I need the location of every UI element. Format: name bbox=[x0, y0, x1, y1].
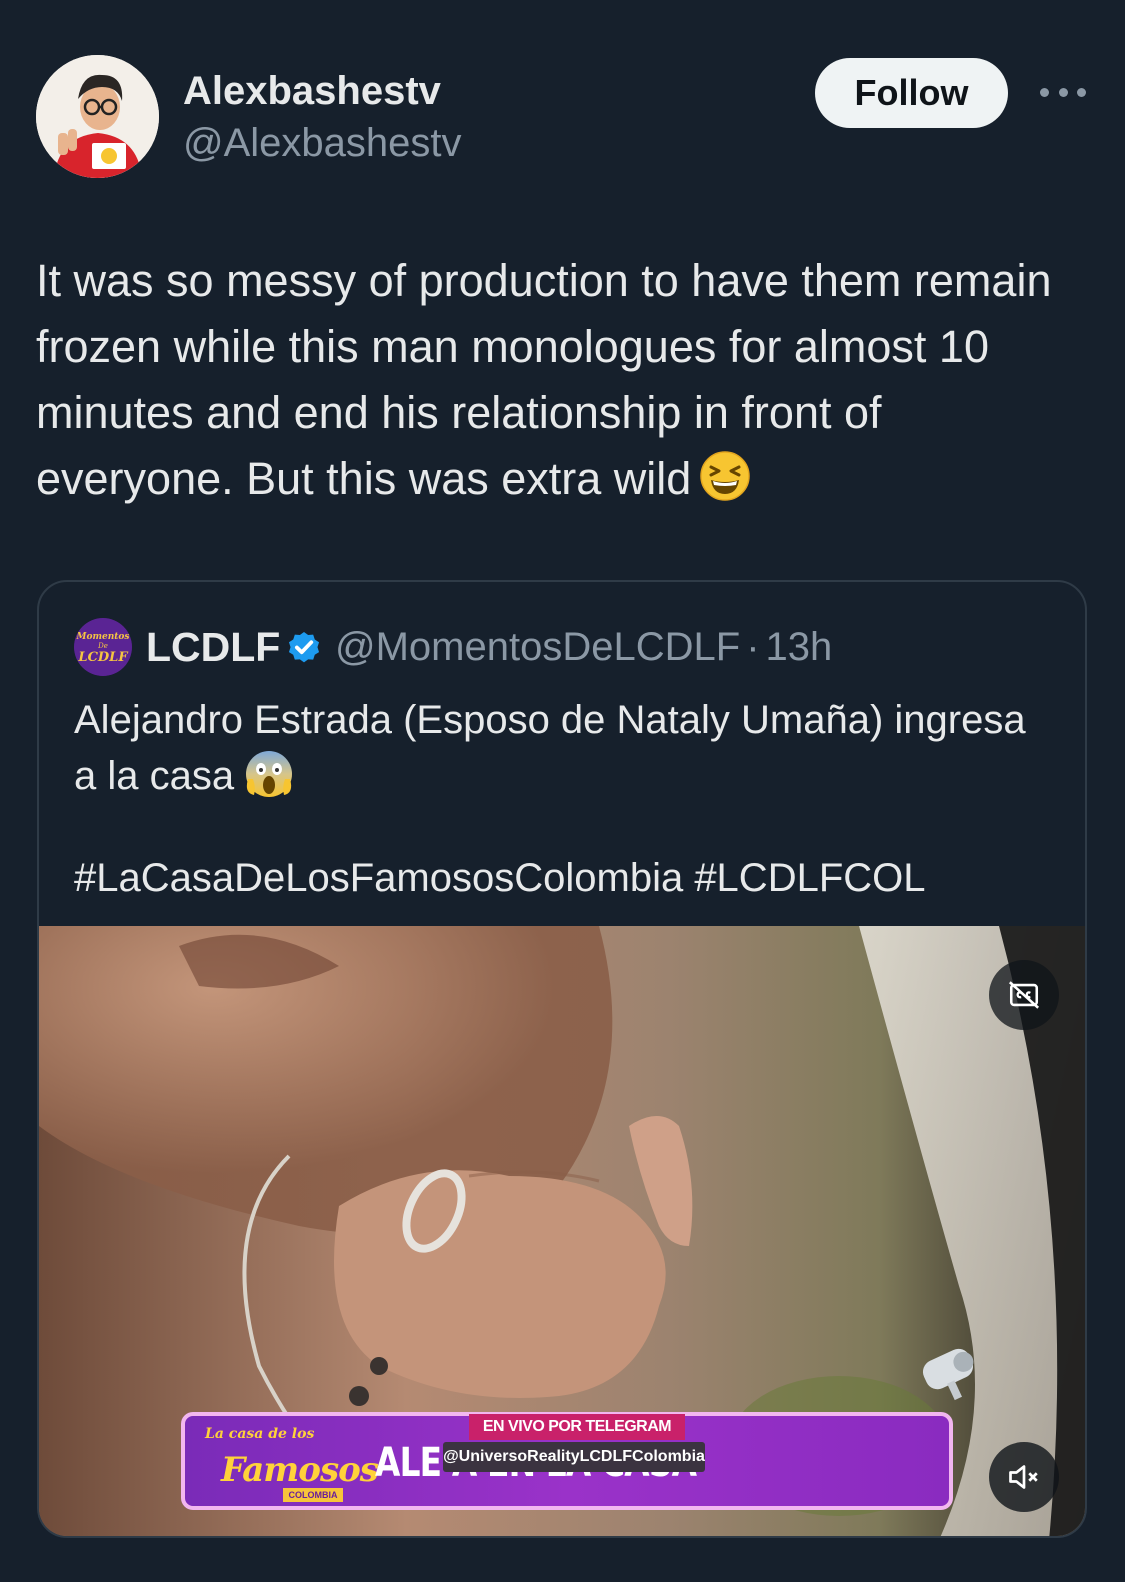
profile-photo-icon bbox=[36, 55, 159, 178]
author-avatar[interactable] bbox=[36, 55, 159, 178]
author-handle[interactable]: @Alexbashestv bbox=[183, 118, 462, 168]
captions-toggle-button[interactable] bbox=[989, 960, 1059, 1030]
lcdlf-logo-icon: Momentos De LCDLF bbox=[74, 618, 132, 676]
tweet-text-content: It was so messy of production to have th… bbox=[36, 255, 1052, 504]
svg-text:Momentos: Momentos bbox=[76, 632, 130, 642]
tweet-page: Alexbashestv @Alexbashestv Follow It was… bbox=[0, 0, 1125, 1582]
banner-logo-sub: COLOMBIA bbox=[283, 1488, 343, 1502]
quote-meta: @MomentosDeLCDLF · 13h bbox=[335, 622, 832, 672]
banner-logo-main: Famosos bbox=[221, 1450, 379, 1490]
quote-author-name[interactable]: LCDLF bbox=[146, 622, 280, 672]
banner-logo-top: La casa de los bbox=[205, 1426, 315, 1442]
video-player[interactable]: La casa de los Famosos COLOMBIA ALE A EN… bbox=[39, 926, 1085, 1536]
banner-telegram-handle: @UniversoRealityLCDLFColombia bbox=[443, 1442, 705, 1472]
grinning-squinting-face-icon bbox=[700, 451, 751, 501]
banner-live-label: EN VIVO POR TELEGRAM bbox=[469, 1414, 685, 1440]
quote-author-handle[interactable]: @MomentosDeLCDLF bbox=[335, 625, 740, 669]
svg-text:De: De bbox=[97, 642, 108, 650]
quote-text-content: Alejandro Estrada (Esposo de Nataly Umañ… bbox=[74, 698, 1026, 798]
quote-author-avatar[interactable]: Momentos De LCDLF bbox=[74, 618, 132, 676]
more-options-button[interactable] bbox=[1040, 80, 1086, 104]
meta-separator: · bbox=[746, 625, 760, 669]
author-name[interactable]: Alexbashestv bbox=[183, 66, 441, 116]
broadcast-banner: La casa de los Famosos COLOMBIA ALE A EN… bbox=[181, 1412, 953, 1510]
tweet-text: It was so messy of production to have th… bbox=[36, 248, 1076, 512]
face-screaming-in-fear-icon bbox=[246, 751, 293, 797]
volume-muted-icon bbox=[1009, 1465, 1038, 1489]
mute-toggle-button[interactable] bbox=[989, 1442, 1059, 1512]
follow-button[interactable]: Follow bbox=[815, 58, 1008, 128]
verified-badge-icon bbox=[288, 631, 320, 663]
svg-text:LCDLF: LCDLF bbox=[77, 650, 128, 665]
more-horizontal-icon bbox=[1040, 87, 1049, 97]
captions-off-icon bbox=[1008, 981, 1040, 1009]
quote-timestamp[interactable]: 13h bbox=[766, 625, 833, 669]
quote-text: Alejandro Estrada (Esposo de Nataly Umañ… bbox=[74, 692, 1054, 804]
quoted-tweet-card[interactable]: Momentos De LCDLF LCDLF @MomentosDeLCDLF… bbox=[37, 580, 1087, 1538]
quote-hashtags[interactable]: #LaCasaDeLosFamososColombia #LCDLFCOL bbox=[74, 850, 926, 906]
